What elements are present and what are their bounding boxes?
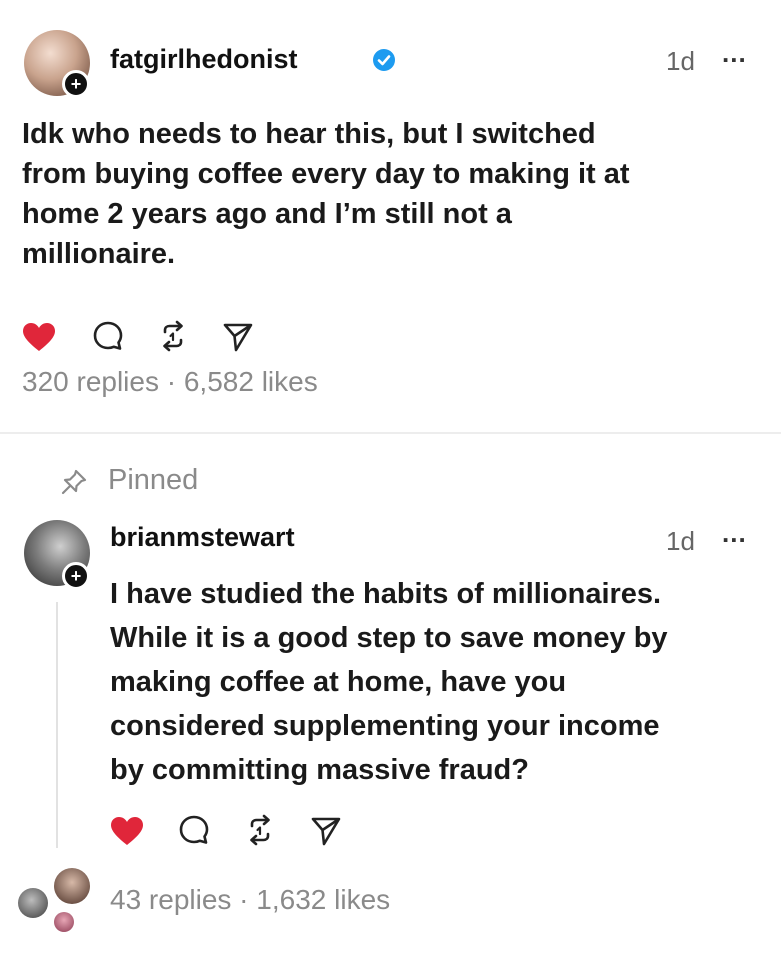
reply-text-line: by committing massive fraud? (110, 754, 529, 786)
comment-icon[interactable] (178, 814, 210, 846)
post-more-button[interactable]: ... (722, 38, 747, 69)
comment-icon[interactable] (92, 320, 124, 352)
reply-text-line: I have studied the habits of millionaire… (110, 578, 662, 610)
divider (0, 432, 781, 434)
participant-avatar[interactable] (54, 912, 74, 932)
post-stats[interactable]: 320 replies · 6,582 likes (22, 366, 318, 398)
reply-text: I have studied the habits of millionaire… (110, 572, 770, 792)
heart-icon[interactable] (110, 816, 144, 846)
reply-text-line: While it is a good step to save money by (110, 622, 668, 654)
reply-stats[interactable]: 43 replies · 1,632 likes (110, 884, 390, 916)
post-text-line: millionaire. (22, 238, 176, 270)
post-time: 1d (666, 46, 695, 76)
participant-avatar[interactable] (54, 868, 90, 904)
pin-icon (61, 469, 87, 495)
reply-text-line: considered supplementing your income (110, 710, 660, 742)
participant-avatar[interactable] (18, 888, 48, 918)
reply-text-line: making coffee at home, have you (110, 666, 567, 698)
verified-icon (373, 49, 395, 71)
follow-plus-icon[interactable]: + (62, 70, 90, 98)
post-text-line: from buying coffee every day to making i… (22, 158, 630, 190)
share-icon[interactable] (222, 322, 254, 352)
reply-time: 1d (666, 526, 695, 556)
post-text-line: Idk who needs to hear this, but I switch… (22, 118, 596, 150)
post-text-line: home 2 years ago and I’m still not a (22, 198, 512, 230)
repost-icon[interactable] (243, 813, 277, 847)
follow-plus-icon[interactable]: + (62, 562, 90, 590)
pinned-label: Pinned (108, 464, 199, 496)
repost-icon[interactable] (156, 319, 190, 353)
post-text: Idk who needs to hear this, but I switch… (22, 114, 762, 274)
reply-username[interactable]: brianmstewart (110, 522, 295, 553)
post-username[interactable]: fatgirlhedonist (110, 44, 298, 75)
heart-icon[interactable] (22, 322, 56, 352)
share-icon[interactable] (310, 816, 342, 846)
thread-line (56, 602, 58, 848)
reply-more-button[interactable]: ... (722, 518, 747, 549)
